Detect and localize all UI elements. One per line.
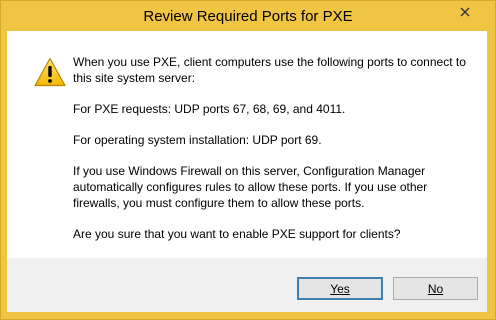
yes-button-label: Yes — [330, 281, 350, 296]
yes-button[interactable]: Yes — [297, 277, 383, 300]
message-paragraph-intro: When you use PXE, client computers use t… — [73, 55, 466, 85]
window-title: Review Required Ports for PXE — [143, 8, 353, 25]
message-paragraph-os-install: For operating system installation: UDP p… — [73, 133, 322, 147]
warning-icon — [34, 57, 66, 87]
message-paragraph-question: Are you sure that you want to enable PXE… — [73, 227, 401, 241]
dialog-message: When you use PXE, client computers use t… — [73, 54, 473, 257]
message-paragraph-pxe-requests: For PXE requests: UDP ports 67, 68, 69, … — [73, 102, 346, 116]
message-paragraph-firewall: If you use Windows Firewall on this serv… — [73, 164, 428, 210]
no-button-label: No — [427, 281, 444, 296]
close-button[interactable] — [442, 2, 488, 22]
no-button[interactable]: No — [393, 277, 478, 300]
title-bar[interactable]: Review Required Ports for PXE — [1, 1, 495, 33]
close-icon — [460, 7, 470, 17]
